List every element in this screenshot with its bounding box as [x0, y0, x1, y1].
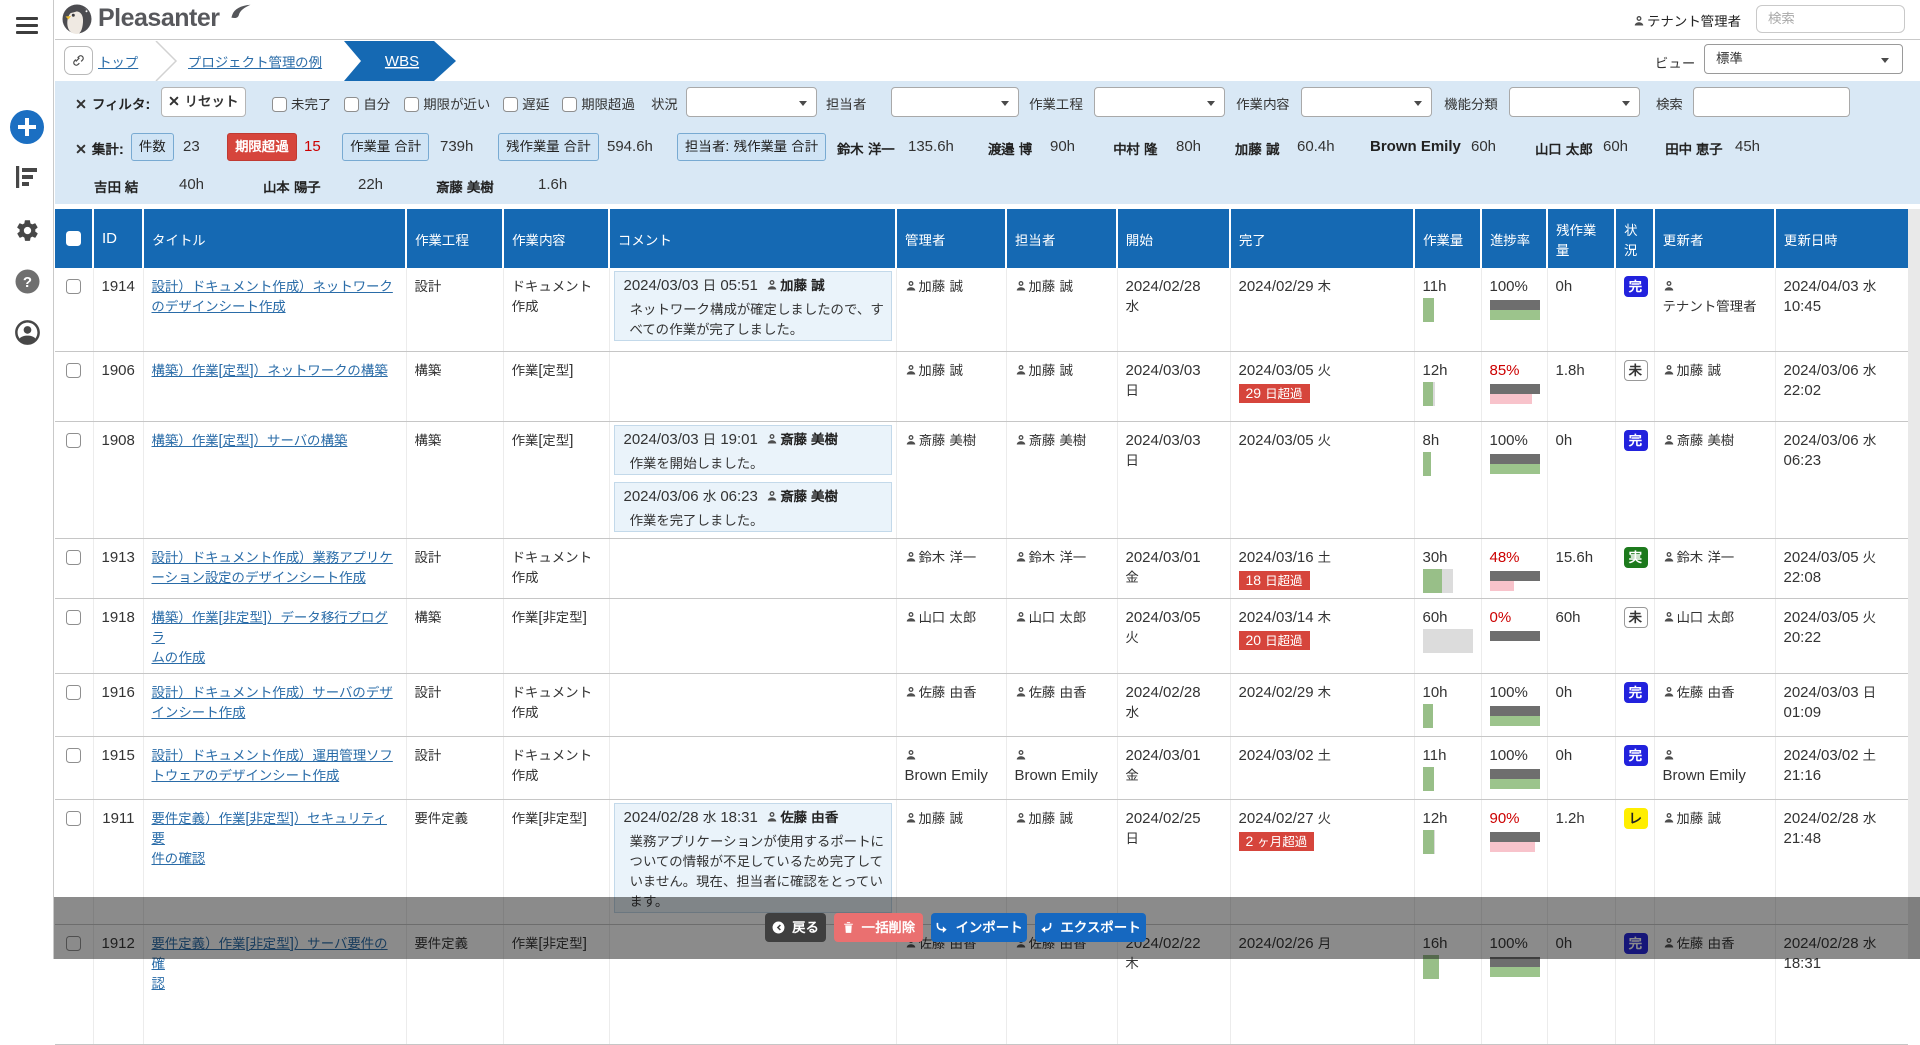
svg-text:?: ?	[23, 274, 32, 291]
svg-text:WBS: WBS	[385, 53, 419, 70]
